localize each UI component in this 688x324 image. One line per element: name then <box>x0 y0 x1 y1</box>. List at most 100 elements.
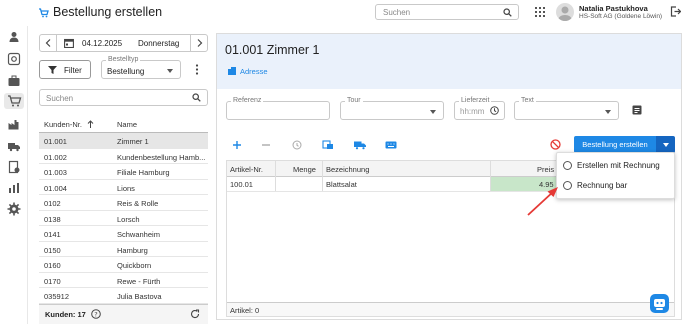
top-bar: Bestellung erstellen Suchen Natalia Past… <box>0 0 688 26</box>
filter-label: Filter <box>64 66 82 75</box>
table-row[interactable]: 01.001 Zimmer 1 <box>39 133 208 149</box>
create-order-button[interactable]: Bestellung erstellen <box>574 136 656 153</box>
filter-button[interactable]: Filter <box>39 60 91 79</box>
cancel-icon[interactable] <box>550 139 561 150</box>
table-row[interactable]: 0102 Reis & Rolle <box>39 195 208 211</box>
global-search-input[interactable]: Suchen <box>375 4 519 20</box>
bar-chart-icon[interactable] <box>7 181 21 195</box>
history-icon[interactable] <box>290 140 304 150</box>
cell-customer-name: Filiale Hamburg <box>117 168 170 177</box>
cell-customer-name: Reis & Rolle <box>117 199 159 208</box>
order-header: 01.001 Zimmer 1 Adresse <box>217 34 681 89</box>
cell-customer-name: Julia Bastova <box>117 292 162 301</box>
cart-icon <box>38 7 50 19</box>
cell-customer-name: Lorsch <box>117 214 140 224</box>
delivery-truck-icon[interactable] <box>353 140 367 150</box>
cell-customer-number: 035912 <box>44 292 70 301</box>
clock-icon[interactable] <box>490 106 499 115</box>
refresh-icon[interactable] <box>190 309 200 319</box>
chevron-down-icon <box>167 69 173 73</box>
avatar[interactable] <box>556 3 574 21</box>
cell-article-number: 100.01 <box>230 180 253 189</box>
prev-day-button[interactable] <box>40 35 57 51</box>
customer-count: Kunden: 17 <box>45 310 86 319</box>
truck-icon[interactable] <box>7 139 21 153</box>
table-row[interactable]: 035912 Julia Bastova <box>39 288 208 304</box>
tour-select[interactable]: Tour <box>340 97 444 120</box>
create-order-label: Bestellung erstellen <box>582 140 648 149</box>
col-quantity[interactable]: Menge <box>293 165 316 174</box>
col-description[interactable]: Bezeichnung <box>326 165 369 174</box>
cell-customer-name: Schwanheim <box>117 230 160 239</box>
cart-icon[interactable] <box>4 93 24 109</box>
order-type-select[interactable]: Bestelltyp Bestellung <box>101 56 181 79</box>
order-title: 01.001 Zimmer 1 <box>225 43 320 57</box>
order-type-label: Bestelltyp <box>106 56 141 63</box>
user-name: Natalia Pastukhova <box>579 4 648 13</box>
person-icon[interactable] <box>7 30 21 44</box>
cell-customer-number: 01.001 <box>44 137 67 146</box>
address-link[interactable]: Adresse <box>240 67 268 76</box>
next-day-button[interactable] <box>190 35 207 51</box>
remove-icon[interactable] <box>259 140 273 150</box>
logout-icon[interactable] <box>670 6 681 17</box>
sort-up-icon[interactable] <box>87 120 94 128</box>
article-count: Artikel: 0 <box>230 306 260 315</box>
add-icon[interactable] <box>230 140 244 150</box>
reference-input[interactable]: Referenz <box>226 97 330 120</box>
table-row[interactable]: 01.003 Filiale Hamburg <box>39 164 208 180</box>
cell-customer-number: 0150 <box>44 245 61 255</box>
cell-customer-name: Lions <box>117 183 135 193</box>
col-article-number[interactable]: Artikel-Nr. <box>230 165 263 174</box>
sidebar <box>0 0 28 324</box>
customer-table-footer: Kunden: 17 ? <box>39 304 208 324</box>
table-row[interactable]: 0141 Schwanheim <box>39 226 208 242</box>
copy-order-icon[interactable] <box>321 140 335 150</box>
briefcase-icon[interactable] <box>7 74 21 88</box>
table-row[interactable]: 0170 Rewe - Fürth <box>39 273 208 288</box>
cell-customer-number: 0102 <box>44 199 61 208</box>
keyboard-icon[interactable] <box>384 140 398 150</box>
text-select[interactable]: Text <box>514 97 619 120</box>
option-label: Erstellen mit Rechnung <box>577 161 660 170</box>
cell-customer-number: 01.002 <box>44 152 67 162</box>
selected-date[interactable]: 04.12.2025 <box>82 39 122 48</box>
table-row[interactable]: 0160 Quickborn <box>39 257 208 273</box>
table-row[interactable]: 01.002 Kundenbestellung Hamb... <box>39 149 208 164</box>
search-icon[interactable] <box>503 8 512 17</box>
table-row[interactable]: 01.004 Lions <box>39 180 208 195</box>
notes-icon[interactable] <box>632 105 642 115</box>
radio-unchecked-icon[interactable] <box>563 161 572 170</box>
target-icon[interactable] <box>7 52 21 66</box>
settings-gear-icon[interactable] <box>7 202 21 216</box>
customer-search-input[interactable]: Suchen <box>39 89 208 106</box>
user-company: HS-Soft AG (Goldene Löwin) <box>579 13 663 20</box>
chat-bot-button[interactable] <box>650 294 669 313</box>
col-customer-number[interactable]: Kunden-Nr. <box>44 120 82 129</box>
more-vert-icon[interactable] <box>195 64 199 75</box>
search-icon[interactable] <box>192 93 201 102</box>
cell-customer-number: 0160 <box>44 261 61 270</box>
create-order-dropdown-button[interactable] <box>656 136 675 153</box>
factory-icon[interactable] <box>7 117 21 131</box>
cell-customer-number: 0138 <box>44 214 61 224</box>
article-grid-footer: Artikel: 0 <box>227 302 674 316</box>
help-icon[interactable]: ? <box>91 309 101 319</box>
delivery-time-input[interactable]: Lieferzeit hh:mm <box>454 97 505 120</box>
table-row[interactable]: 0138 Lorsch <box>39 211 208 226</box>
radio-unchecked-icon[interactable] <box>563 181 572 190</box>
selected-weekday: Donnerstag <box>138 39 180 48</box>
apps-grid-icon[interactable] <box>535 7 545 17</box>
invoice-icon[interactable] <box>7 160 21 174</box>
col-price[interactable]: Preis <box>537 165 554 174</box>
col-customer-name[interactable]: Name <box>117 120 137 129</box>
option-create-with-invoice[interactable]: Erstellen mit Rechnung <box>557 157 674 175</box>
filter-icon <box>48 66 57 74</box>
option-invoice-cash[interactable]: Rechnung bar <box>557 177 674 195</box>
table-row[interactable]: 0150 Hamburg <box>39 242 208 257</box>
cell-customer-name: Kundenbestellung Hamb... <box>117 152 206 162</box>
red-arrow-annotation <box>524 183 562 218</box>
calendar-icon[interactable] <box>64 38 74 48</box>
chevron-down-icon <box>430 110 436 114</box>
chevron-down-icon <box>662 143 669 147</box>
